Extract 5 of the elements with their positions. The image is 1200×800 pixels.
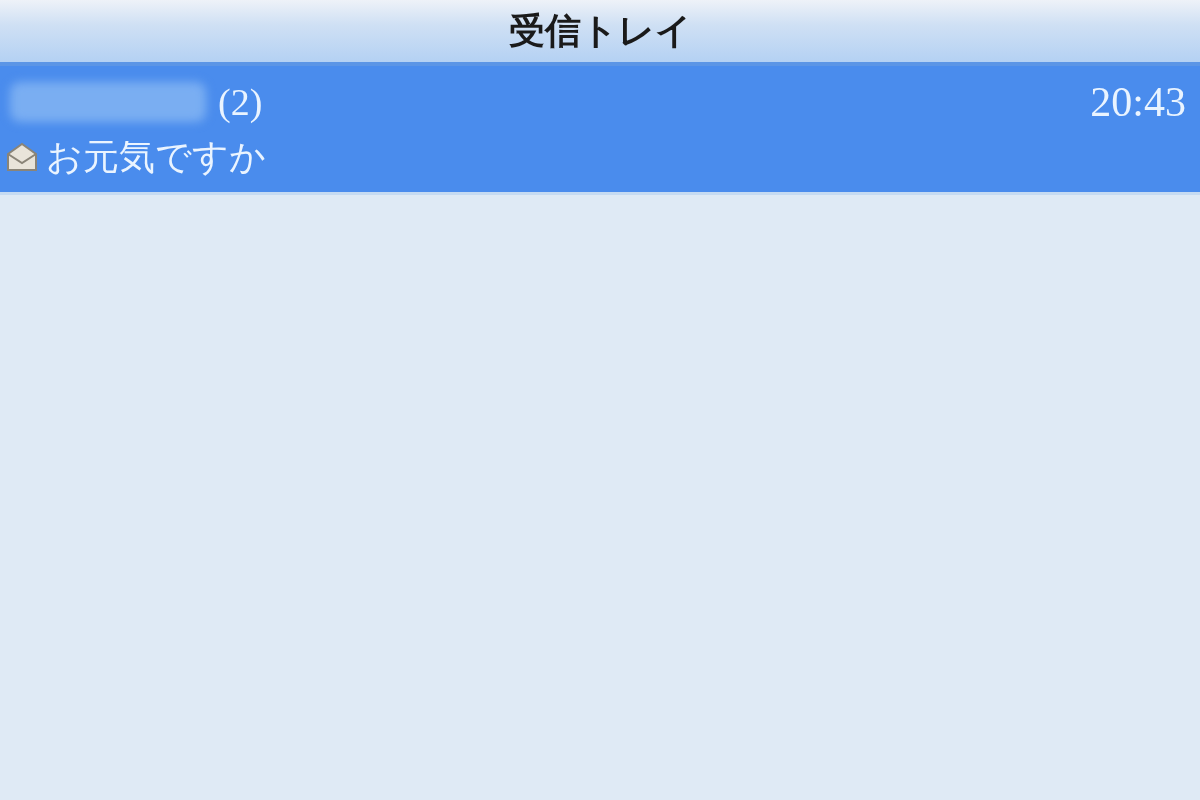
message-subject: お元気ですか	[46, 134, 266, 179]
message-row[interactable]: (2) 20:43 お元気ですか	[0, 66, 1200, 195]
message-time: 20:43	[1090, 77, 1186, 126]
window-title: 受信トレイ	[508, 8, 692, 53]
message-count: (2)	[218, 79, 263, 124]
